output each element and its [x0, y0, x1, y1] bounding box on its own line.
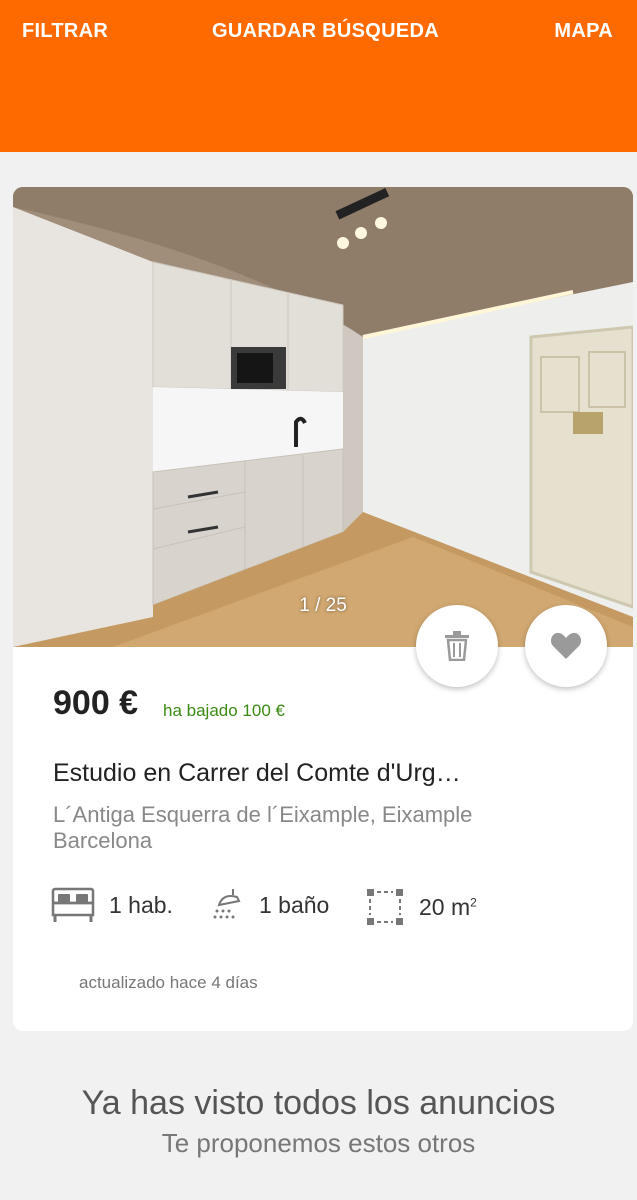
- listing-card[interactable]: 1 / 25 900 € ha bajado 100 € Estudio en …: [13, 187, 633, 1031]
- filter-button[interactable]: FILTRAR: [22, 20, 108, 43]
- heart-icon: [550, 632, 582, 659]
- listing-location: L´Antiga Esquerra de l´Eixample, Eixampl…: [53, 802, 593, 854]
- save-search-button[interactable]: GUARDAR BÚSQUEDA: [212, 20, 439, 43]
- area-icon: [367, 889, 403, 925]
- feature-rooms: 1 hab.: [51, 887, 173, 923]
- feature-bathrooms: 1 baño: [209, 887, 329, 923]
- map-button[interactable]: MAPA: [554, 20, 613, 43]
- suggestions-subheading: Te proponemos estos otros: [161, 1128, 476, 1158]
- area-unit-superscript: 2: [470, 894, 477, 909]
- listing-price: 900 €: [53, 684, 139, 722]
- area-value: 20 m: [419, 893, 471, 920]
- updated-timestamp: actualizado hace 4 días: [79, 973, 258, 992]
- location-city: Barcelona: [53, 828, 153, 853]
- kitchen-photo-illustration: [13, 187, 633, 647]
- trash-icon: [445, 631, 469, 661]
- listing-title[interactable]: Estudio en Carrer del Comte d'Urg…: [53, 759, 573, 788]
- listing-photo[interactable]: 1 / 25: [13, 187, 633, 647]
- end-of-results-heading: Ya has visto todos los anuncios: [81, 1084, 556, 1122]
- rooms-label: 1 hab.: [109, 891, 173, 918]
- shower-icon: [213, 889, 241, 919]
- price-drop-note: ha bajado 100 €: [163, 701, 285, 720]
- bathrooms-label: 1 baño: [259, 891, 330, 918]
- area-label: 20 m2: [419, 894, 477, 921]
- discard-button[interactable]: [416, 605, 498, 687]
- location-neighborhood: L´Antiga Esquerra de l´Eixample, Eixampl…: [53, 802, 473, 827]
- bed-icon: [51, 887, 95, 922]
- feature-area: 20 m2: [365, 887, 477, 927]
- top-app-bar: FILTRAR GUARDAR BÚSQUEDA MAPA: [0, 0, 637, 152]
- favorite-button[interactable]: [525, 605, 607, 687]
